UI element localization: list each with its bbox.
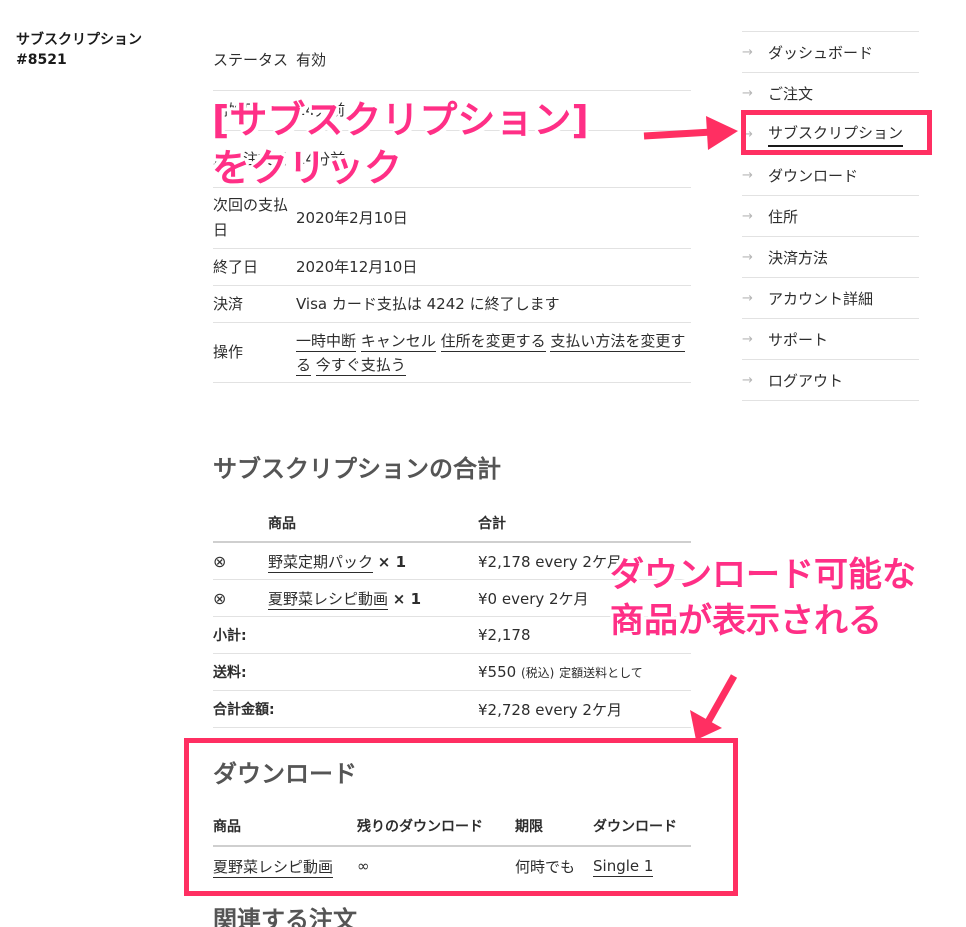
arrow-right-icon: → [742,290,753,306]
details-label: 決済 [213,294,244,313]
nav-item-dashboard[interactable]: → ダッシュボード [742,32,919,73]
highlight-box-downloads [184,738,738,896]
shipping-tax: (税込) [520,666,555,680]
totals-header-row: 商品 合計 [213,505,691,543]
page-title-label: サブスクリプション [16,32,142,48]
shipping-note: 定額送料として [559,666,643,680]
arrow-right-icon: → [742,44,753,60]
arrow-right-icon: → [742,249,753,265]
arrow-right-icon: → [742,372,753,388]
subtotal-label: 小計: [213,628,247,644]
details-row-end: 終了日 2020年12月10日 [213,249,691,286]
product-quantity: × 1 [377,552,407,571]
details-label: ステータス [213,50,289,69]
highlight-box-subscriptions [741,110,932,155]
related-orders-heading: 関連する注文 [213,906,357,927]
nav-item-downloads[interactable]: → ダウンロード [742,155,919,196]
subscription-number: #8521 [16,52,67,68]
annotation-text: 商品が表示される [610,601,882,641]
change-address-link[interactable]: 住所を変更する [440,331,546,352]
details-row-next-payment: 次回の支払日 2020年2月10日 [213,188,691,249]
nav-label: ご注文 [768,84,814,103]
arrow-right-icon: → [742,208,753,224]
arrow-right-icon: → [742,331,753,347]
nav-label: ダッシュボード [768,43,874,62]
remove-item-icon[interactable]: ⊗ [213,589,226,608]
grand-total-value: ¥2,728 every 2ケ月 [478,700,622,719]
details-label: 次回の支払日 [213,196,289,239]
annotation-click-subscriptions: [サブスクリプション] をクリック [212,96,589,192]
product-link[interactable]: 夏野菜レシピ動画 [268,589,389,610]
arrow-right-icon: → [742,167,753,183]
details-row-payment: 決済 Visa カード支払は 4242 に終了します [213,286,691,323]
suspend-link[interactable]: 一時中断 [296,331,357,352]
column-header-product: 商品 [268,516,296,532]
nav-item-addresses[interactable]: → 住所 [742,196,919,237]
details-label: 終了日 [213,257,259,276]
annotation-text: をクリック [212,146,403,190]
nav-item-support[interactable]: → サポート [742,319,919,360]
nav-item-account-details[interactable]: → アカウント詳細 [742,278,919,319]
actions-list: 一時中断 キャンセル 住所を変更する 支払い方法を変更する 今すぐ支払う [296,329,691,377]
annotation-downloads-shown: ダウンロード可能な 商品が表示される [610,552,916,644]
shipping-value: ¥550 [478,663,517,681]
shipping-row: 送料: ¥550 (税込) 定額送料として [213,654,691,691]
grand-total-label: 合計金額: [213,702,275,718]
details-row-status: ステータス 有効 [213,30,691,91]
nav-item-logout[interactable]: → ログアウト [742,360,919,401]
nav-label: アカウント詳細 [768,289,874,308]
details-value: Visa カード支払は 4242 に終了します [296,294,560,313]
cancel-link[interactable]: キャンセル [360,331,436,352]
arrow-right-icon: → [742,85,753,101]
details-value: 2020年2月10日 [296,208,408,227]
remove-item-icon[interactable]: ⊗ [213,552,226,571]
annotation-text: [サブスクリプション] [212,98,589,142]
product-link[interactable]: 野菜定期パック [268,552,374,573]
details-value: 有効 [296,50,327,69]
nav-item-orders[interactable]: → ご注文 [742,73,919,114]
grand-total-row: 合計金額: ¥2,728 every 2ケ月 [213,691,691,728]
subscription-details-table: ステータス 有効 開始日 14分前 最終注文日 14分前 次回の支払日 2020… [213,30,691,383]
pay-now-link[interactable]: 今すぐ支払う [315,355,406,376]
annotation-text: ダウンロード可能な [610,555,916,595]
annotation-arrow-icon [643,116,738,150]
column-header-total: 合計 [478,516,506,532]
nav-label: ダウンロード [768,166,859,185]
nav-label: 決済方法 [768,248,829,267]
details-value: 2020年12月10日 [296,257,418,276]
product-quantity: × 1 [392,589,422,608]
nav-label: ログアウト [768,371,844,390]
totals-heading: サブスクリプションの合計 [213,455,501,483]
nav-label: サポート [768,330,829,349]
account-navigation: → ダッシュボード → ご注文 → サブスクリプション → ダウンロード → 住所 → 決済… [742,31,919,401]
details-row-actions: 操作 一時中断 キャンセル 住所を変更する 支払い方法を変更する 今すぐ支払う [213,323,691,383]
details-label: 操作 [213,343,244,361]
shipping-label: 送料: [213,665,247,681]
annotation-arrow-icon [690,674,738,740]
nav-item-payment-methods[interactable]: → 決済方法 [742,237,919,278]
page-title: サブスクリプション #8521 [16,30,142,70]
nav-label: 住所 [768,207,799,226]
